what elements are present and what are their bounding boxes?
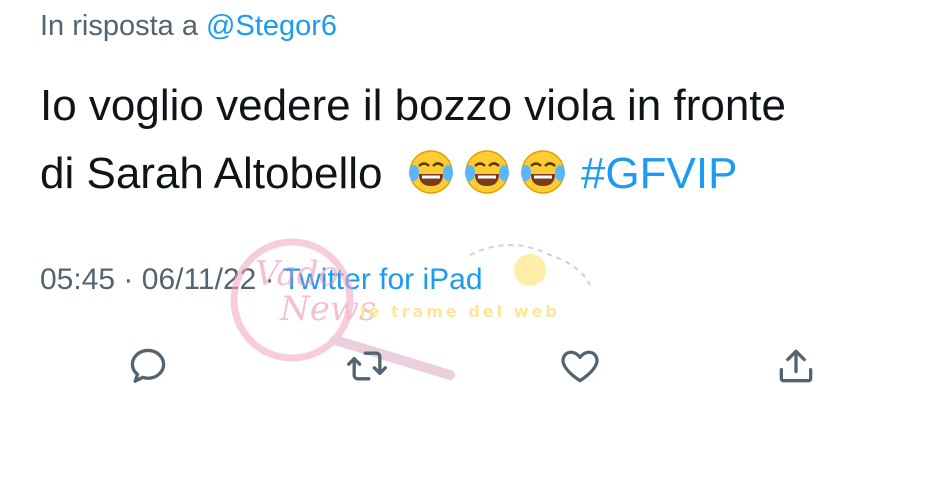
retweet-button[interactable] — [342, 341, 392, 391]
tweet-source-link[interactable]: Twitter for iPad — [282, 263, 482, 296]
meta-separator: · — [264, 263, 275, 296]
share-icon — [779, 349, 813, 383]
reply-icon — [130, 348, 166, 383]
face-with-tears-of-joy-icon — [463, 148, 511, 196]
like-icon — [561, 350, 599, 383]
reply-handle-link[interactable]: @Stegor6 — [206, 10, 337, 42]
tweet-actions-bar — [0, 341, 946, 391]
meta-separator: · — [123, 263, 134, 296]
reply-prefix: In risposta a — [40, 10, 198, 42]
svg-text:le trame del web: le trame del web — [360, 302, 560, 321]
reply-button[interactable] — [123, 341, 173, 391]
share-button[interactable] — [771, 341, 821, 391]
tweet-time[interactable]: 05:45 — [40, 263, 115, 296]
reply-context: In risposta a @Stegor6 — [40, 10, 337, 43]
face-with-tears-of-joy-icon — [519, 148, 567, 196]
tweet-line-2: di Sarah Altobello — [40, 149, 383, 198]
hashtag-link[interactable]: #GFVIP — [581, 149, 738, 198]
tweet-text: Io voglio vedere il bozzo viola in front… — [40, 72, 920, 208]
face-with-tears-of-joy-icon — [407, 148, 455, 196]
like-button[interactable] — [555, 341, 605, 391]
tweet-meta: 05:45 · 06/11/22 · Twitter for iPad — [40, 263, 483, 297]
retweet-icon — [347, 351, 387, 381]
tweet-line-1: Io voglio vedere il bozzo viola in front… — [40, 81, 786, 130]
tweet-date[interactable]: 06/11/22 — [142, 263, 257, 296]
